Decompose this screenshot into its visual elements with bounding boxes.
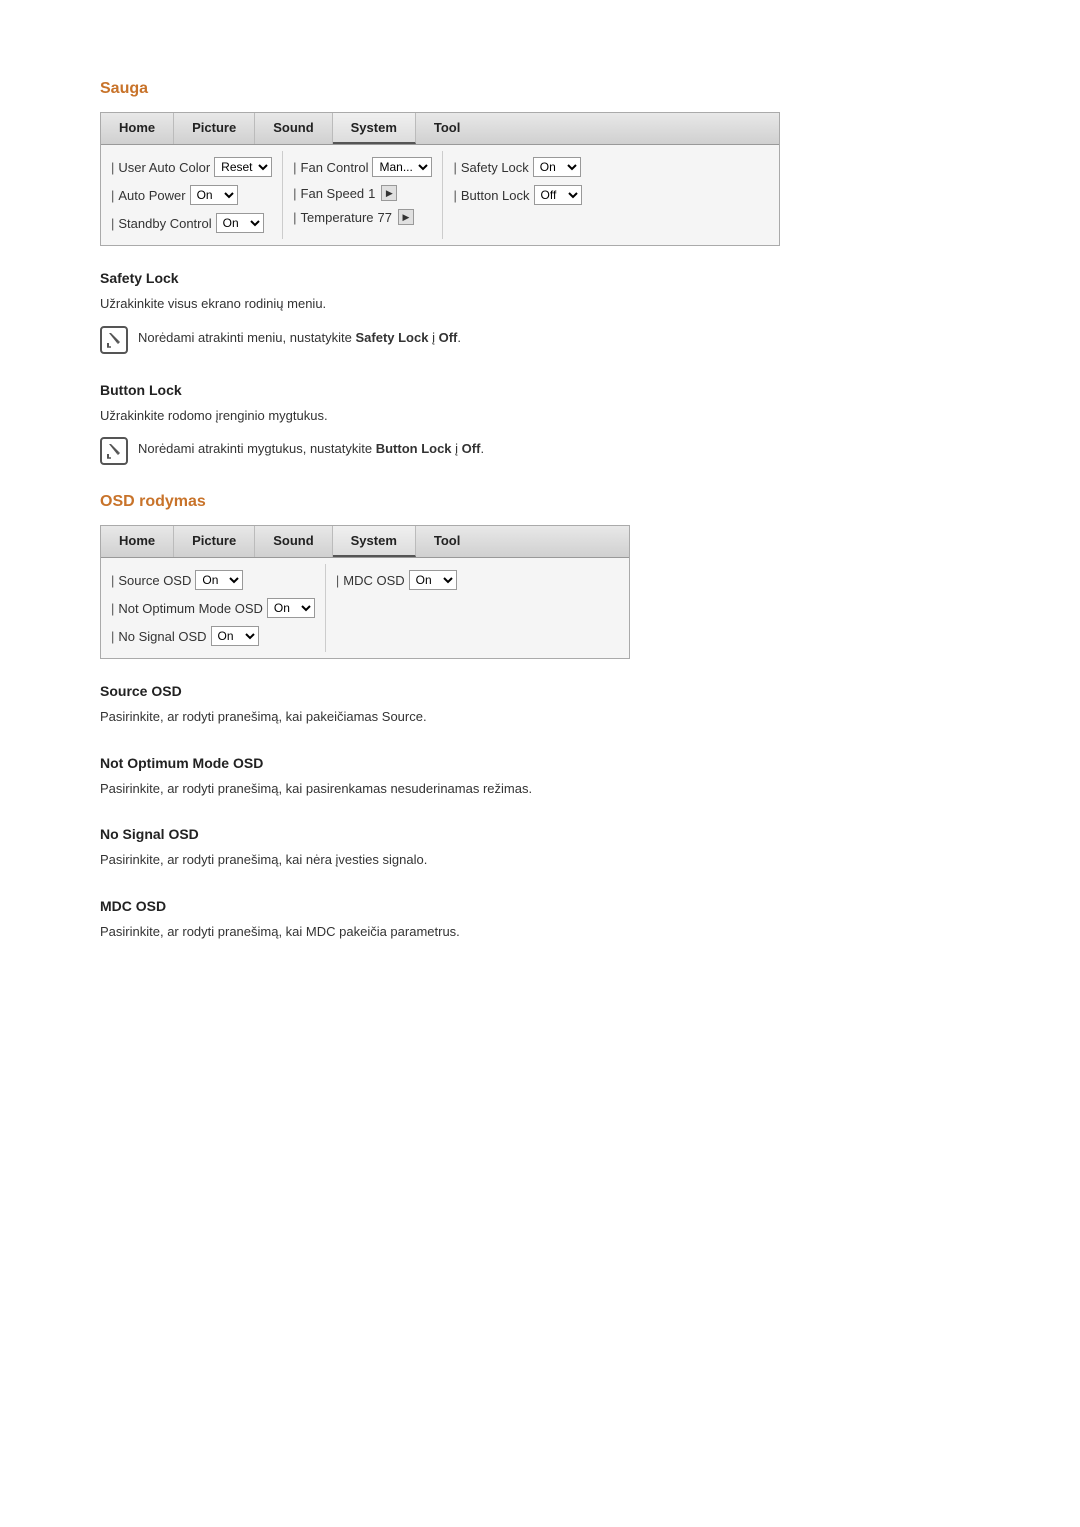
fan-speed-row: Fan Speed 1 ▶ bbox=[293, 183, 432, 203]
osd-tab-tool[interactable]: Tool bbox=[416, 526, 478, 557]
button-lock-title: Button Lock bbox=[100, 382, 980, 398]
safety-lock-row: Safety Lock OnOff bbox=[453, 155, 581, 179]
mdc-osd-label: MDC OSD bbox=[336, 573, 405, 588]
mdc-osd-select[interactable]: OnOff bbox=[409, 570, 457, 590]
button-lock-note-icon bbox=[100, 437, 128, 465]
user-auto-color-label: User Auto Color bbox=[111, 160, 210, 175]
button-lock-select[interactable]: OnOff bbox=[534, 185, 582, 205]
source-osd-select[interactable]: OnOff bbox=[195, 570, 243, 590]
osd-tab-home[interactable]: Home bbox=[101, 526, 174, 557]
fan-speed-label: Fan Speed bbox=[293, 186, 364, 201]
osd-tab-picture[interactable]: Picture bbox=[174, 526, 255, 557]
no-signal-osd-description: Pasirinkite, ar rodyti pranešimą, kai nė… bbox=[100, 850, 980, 870]
source-osd-label: Source OSD bbox=[111, 573, 191, 588]
osd-tab-sound[interactable]: Sound bbox=[255, 526, 332, 557]
auto-power-select[interactable]: OnOff bbox=[190, 185, 238, 205]
tab-sound[interactable]: Sound bbox=[255, 113, 332, 144]
osd-menu-body: Source OSD OnOff Not Optimum Mode OSD On… bbox=[101, 558, 629, 658]
not-optimum-osd-label: Not Optimum Mode OSD bbox=[111, 601, 263, 616]
no-signal-osd-label: No Signal OSD bbox=[111, 629, 207, 644]
tab-picture[interactable]: Picture bbox=[174, 113, 255, 144]
not-optimum-osd-row: Not Optimum Mode OSD OnOff bbox=[111, 596, 315, 620]
osd-rodymas-title: OSD rodymas bbox=[100, 493, 980, 511]
fan-speed-arrow[interactable]: ▶ bbox=[381, 185, 397, 201]
osd-tab-system[interactable]: System bbox=[333, 526, 416, 557]
fan-control-select[interactable]: Man...Auto bbox=[372, 157, 432, 177]
fan-control-row: Fan Control Man...Auto bbox=[293, 155, 432, 179]
source-osd-description: Pasirinkite, ar rodyti pranešimą, kai pa… bbox=[100, 707, 980, 727]
safety-lock-title: Safety Lock bbox=[100, 270, 980, 286]
no-signal-osd-title: No Signal OSD bbox=[100, 826, 980, 842]
sauga-menu-header: Home Picture Sound System Tool bbox=[101, 113, 779, 145]
no-signal-osd-select[interactable]: OnOff bbox=[211, 626, 259, 646]
tab-tool[interactable]: Tool bbox=[416, 113, 478, 144]
sauga-menu-table: Home Picture Sound System Tool User Auto… bbox=[100, 112, 780, 246]
pencil-icon bbox=[105, 331, 123, 349]
osd-rodymas-section: OSD rodymas Home Picture Sound System To… bbox=[100, 493, 980, 941]
mdc-osd-row: MDC OSD OnOff bbox=[336, 568, 457, 592]
safety-lock-description: Užrakinkite visus ekrano rodinių meniu. bbox=[100, 294, 980, 314]
no-signal-osd-row: No Signal OSD OnOff bbox=[111, 624, 315, 648]
temperature-arrow[interactable]: ▶ bbox=[398, 209, 414, 225]
osd-menu-header: Home Picture Sound System Tool bbox=[101, 526, 629, 558]
standby-control-row: Standby Control OnOff bbox=[111, 211, 272, 235]
safety-lock-label: Safety Lock bbox=[453, 160, 528, 175]
button-lock-note-text: Norėdami atrakinti mygtukus, nustatykite… bbox=[138, 435, 484, 459]
fan-speed-value: 1 bbox=[368, 186, 375, 201]
safety-lock-select[interactable]: OnOff bbox=[533, 157, 581, 177]
osd-col-1: Source OSD OnOff Not Optimum Mode OSD On… bbox=[101, 564, 326, 652]
sauga-title: Sauga bbox=[100, 80, 980, 98]
safety-lock-section: Safety Lock Užrakinkite visus ekrano rod… bbox=[100, 270, 980, 354]
source-osd-section: Source OSD Pasirinkite, ar rodyti praneš… bbox=[100, 683, 980, 727]
auto-power-label: Auto Power bbox=[111, 188, 186, 203]
source-osd-row: Source OSD OnOff bbox=[111, 568, 315, 592]
no-signal-osd-section: No Signal OSD Pasirinkite, ar rodyti pra… bbox=[100, 826, 980, 870]
temperature-value: 77 bbox=[378, 210, 392, 225]
auto-power-row: Auto Power OnOff bbox=[111, 183, 272, 207]
source-osd-title: Source OSD bbox=[100, 683, 980, 699]
not-optimum-osd-select[interactable]: OnOff bbox=[267, 598, 315, 618]
safety-lock-note-text: Norėdami atrakinti meniu, nustatykite Sa… bbox=[138, 324, 461, 348]
fan-control-label: Fan Control bbox=[293, 160, 368, 175]
button-lock-description: Užrakinkite rodomo įrenginio mygtukus. bbox=[100, 406, 980, 426]
sauga-section: Sauga Home Picture Sound System Tool Use… bbox=[100, 80, 980, 465]
sauga-col-1: User Auto Color ResetOnOff Auto Power On… bbox=[101, 151, 283, 239]
osd-menu-table: Home Picture Sound System Tool Source OS… bbox=[100, 525, 630, 659]
button-lock-row: Button Lock OnOff bbox=[453, 183, 581, 207]
sauga-col-3: Safety Lock OnOff Button Lock OnOff bbox=[443, 151, 591, 239]
standby-control-select[interactable]: OnOff bbox=[216, 213, 264, 233]
mdc-osd-title: MDC OSD bbox=[100, 898, 980, 914]
mdc-osd-section: MDC OSD Pasirinkite, ar rodyti pranešimą… bbox=[100, 898, 980, 942]
mdc-osd-description: Pasirinkite, ar rodyti pranešimą, kai MD… bbox=[100, 922, 980, 942]
tab-system[interactable]: System bbox=[333, 113, 416, 144]
sauga-col-2: Fan Control Man...Auto Fan Speed 1 ▶ Tem… bbox=[283, 151, 443, 239]
safety-lock-note: Norėdami atrakinti meniu, nustatykite Sa… bbox=[100, 324, 980, 354]
safety-lock-note-icon bbox=[100, 326, 128, 354]
user-auto-color-select[interactable]: ResetOnOff bbox=[214, 157, 272, 177]
temperature-row: Temperature 77 ▶ bbox=[293, 207, 432, 227]
not-optimum-osd-section: Not Optimum Mode OSD Pasirinkite, ar rod… bbox=[100, 755, 980, 799]
button-lock-label: Button Lock bbox=[453, 188, 529, 203]
not-optimum-osd-title: Not Optimum Mode OSD bbox=[100, 755, 980, 771]
button-lock-note: Norėdami atrakinti mygtukus, nustatykite… bbox=[100, 435, 980, 465]
not-optimum-osd-description: Pasirinkite, ar rodyti pranešimą, kai pa… bbox=[100, 779, 980, 799]
pencil-icon-2 bbox=[105, 442, 123, 460]
user-auto-color-row: User Auto Color ResetOnOff bbox=[111, 155, 272, 179]
temperature-label: Temperature bbox=[293, 210, 373, 225]
button-lock-section: Button Lock Užrakinkite rodomo įrenginio… bbox=[100, 382, 980, 466]
osd-col-2: MDC OSD OnOff bbox=[326, 564, 467, 652]
sauga-menu-body: User Auto Color ResetOnOff Auto Power On… bbox=[101, 145, 779, 245]
standby-control-label: Standby Control bbox=[111, 216, 212, 231]
tab-home[interactable]: Home bbox=[101, 113, 174, 144]
